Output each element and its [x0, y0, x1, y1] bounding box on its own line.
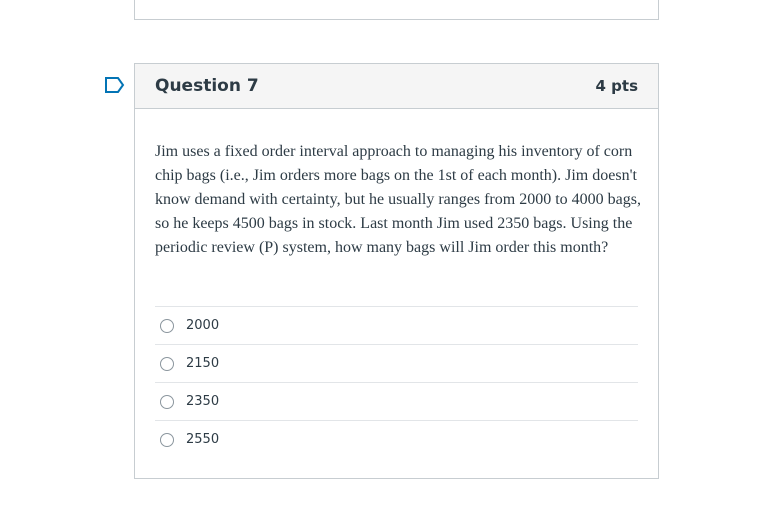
answer-option[interactable]: 2150 [155, 345, 638, 383]
radio-button[interactable] [160, 318, 174, 333]
radio-button[interactable] [160, 432, 174, 447]
question-points: 4 pts [595, 77, 639, 95]
question-text: Jim uses a fixed order interval approach… [155, 143, 641, 256]
answer-option[interactable]: 2000 [155, 307, 638, 345]
answer-option[interactable]: 2550 [155, 421, 638, 458]
question-title: Question 7 [155, 76, 259, 96]
answer-option[interactable]: 2350 [155, 383, 638, 421]
question-card: Question 7 4 pts Jim uses a fixed order … [134, 63, 659, 479]
answer-label: 2350 [186, 394, 220, 409]
previous-question-card [134, 0, 659, 20]
quiz-page: Question 7 4 pts Jim uses a fixed order … [0, 0, 764, 508]
answer-label: 2150 [186, 356, 220, 371]
question-header: Question 7 4 pts [135, 64, 658, 109]
radio-button[interactable] [160, 394, 174, 409]
answer-label: 2550 [186, 432, 220, 447]
answer-list: 2000 2150 2350 2550 [155, 306, 638, 458]
radio-button[interactable] [160, 356, 174, 371]
answer-label: 2000 [186, 318, 220, 333]
flag-question-icon[interactable] [104, 76, 126, 94]
